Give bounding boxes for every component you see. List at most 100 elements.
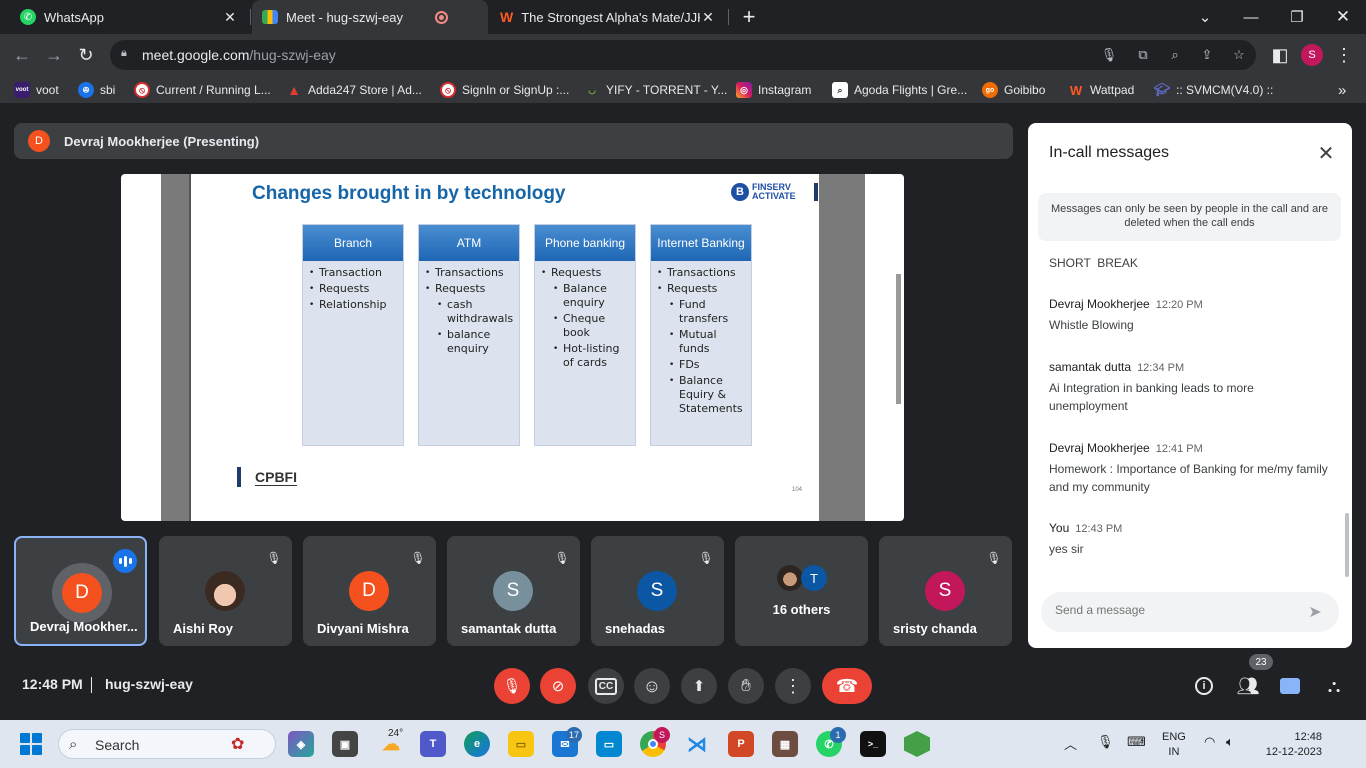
reactions-button[interactable]: ☺ [634, 668, 670, 704]
bookmark-goibibo[interactable]: go Goibibo [982, 81, 1045, 99]
restore-button[interactable]: ❐ [1274, 0, 1320, 34]
bookmark-voot[interactable]: voot voot [14, 81, 59, 99]
teams-icon[interactable]: T [420, 731, 446, 757]
volume-icon[interactable]: 🔈︎ [1226, 734, 1234, 750]
slide-bullet: Requests [309, 282, 399, 296]
menu-icon[interactable]: ⋮ [1330, 41, 1358, 69]
keyboard-icon[interactable]: ⌨ [1127, 734, 1146, 750]
zoom-icon[interactable]: ⌕ [1166, 46, 1184, 64]
forward-button[interactable]: → [40, 41, 68, 69]
bookmark-agoda[interactable]: ⌕ Agoda Flights | Gre... [832, 81, 967, 99]
mic-toggle-button[interactable]: 🎙︎ [494, 668, 530, 704]
participant-photo [205, 571, 245, 611]
microphone-icon[interactable]: 🎙︎ [1100, 46, 1118, 64]
present-button[interactable]: ⬆︎ [681, 668, 717, 704]
clock[interactable]: 12:48 12-12-2023 [1258, 730, 1322, 760]
meeting-details-button[interactable]: i [1190, 672, 1218, 700]
taskbar-search[interactable]: ⌕ Search ✿ [58, 729, 276, 759]
participant-name: Aishi Roy [173, 621, 233, 636]
participant-tile[interactable]: D Devraj Mookher... [14, 536, 147, 646]
chat-input-box[interactable]: ➤ [1041, 592, 1339, 632]
holiday-decoration-icon: ✿ [231, 736, 245, 753]
slide-accent-bar [814, 183, 818, 201]
participant-tile[interactable]: D 🎙︎ Divyani Mishra [303, 536, 436, 646]
slide-column: ATM Transactions Requests cash withdrawalsb… [418, 224, 520, 446]
participant-tile[interactable]: S 🎙︎ samantak dutta [447, 536, 580, 646]
tab-meet[interactable]: Meet - hug-szwj-eay [252, 0, 488, 34]
close-chat-button[interactable]: ✕ [1314, 141, 1338, 165]
edge-icon[interactable]: e [464, 731, 490, 757]
more-options-button[interactable]: ⋮ [775, 668, 811, 704]
terminal-icon[interactable]: >_ [860, 731, 886, 757]
vscode-icon[interactable]: ⋊ [684, 731, 710, 757]
participant-tile[interactable]: S 🎙︎ sristy chanda [879, 536, 1012, 646]
chat-scrollbar[interactable] [1345, 513, 1349, 577]
bookmark-instagram[interactable]: ◎ Instagram [736, 81, 811, 99]
bookmark-sbi[interactable]: ꔮ sbi [78, 81, 115, 99]
chat-message: Devraj Mookherjee 12:41 PM Homework : Impo… [1049, 439, 1329, 496]
participant-tile[interactable]: 🎙︎ Aishi Roy [159, 536, 292, 646]
message-time: 12:20 PM [1155, 299, 1203, 311]
tab-search-icon[interactable]: ⌄ [1182, 0, 1228, 34]
copilot-icon[interactable]: ◈ [288, 731, 314, 757]
voot-icon: voot [14, 82, 30, 98]
bookmark-current-running[interactable]: ⦸ Current / Running L... [134, 81, 271, 99]
tab-title: WhatsApp [44, 9, 104, 25]
bookmark-yify[interactable]: ◡ YIFY - TORRENT - Y... [584, 81, 727, 99]
close-tab-icon[interactable]: ✕ [700, 9, 716, 25]
tab-wattpad[interactable]: W The Strongest Alpha's Mate/JJK ✕ [490, 0, 726, 34]
graduation-cap-icon: 🎓︎ [1153, 82, 1171, 97]
powerpoint-icon[interactable]: P [728, 731, 754, 757]
share-icon[interactable]: ⇪ [1198, 46, 1216, 64]
wifi-icon[interactable]: ◠ [1204, 734, 1215, 750]
task-view-icon[interactable]: ▣ [332, 731, 358, 757]
leave-call-button[interactable]: ☎︎ [822, 668, 872, 704]
shared-screen[interactable]: Changes brought in by technology B FINSE… [121, 174, 904, 521]
bookmark-signin[interactable]: ⦸ SignIn or SignUp :... [440, 81, 569, 99]
others-tile[interactable]: T 16 others [735, 536, 868, 646]
clock-separator [91, 677, 92, 693]
avatar: S [925, 571, 965, 611]
microphone-icon[interactable]: 🎙︎ [1097, 734, 1114, 750]
bookmarks-overflow[interactable]: » [1338, 81, 1346, 99]
message-time: 12:34 PM [1137, 362, 1185, 374]
file-explorer-icon[interactable]: ▭ [508, 731, 534, 757]
bookmark-svmcm[interactable]: 🎓︎:: SVMCM(V4.0) :: [1153, 81, 1274, 99]
close-tab-icon[interactable]: ✕ [222, 9, 238, 25]
tray-expand-icon[interactable]: ︿ [1064, 734, 1077, 753]
bookmark-star-icon[interactable]: ☆ [1230, 46, 1248, 64]
camera-toggle-button[interactable]: ⊘ [540, 668, 576, 704]
remote-desktop-icon[interactable]: ▭ [596, 731, 622, 757]
participant-tile[interactable]: S 🎙︎ snehadas [591, 536, 724, 646]
new-tab-button[interactable]: + [726, 0, 772, 34]
minimize-button[interactable]: — [1228, 0, 1274, 34]
profile-avatar[interactable]: S [1298, 41, 1326, 69]
avatar: S [493, 571, 533, 611]
bookmark-adda247[interactable]: ▲ Adda247 Store | Ad... [286, 81, 422, 99]
back-button[interactable]: ← [8, 41, 36, 69]
open-external-icon[interactable]: ⧉ [1134, 46, 1152, 64]
side-panel-icon[interactable]: ◧ [1266, 41, 1294, 69]
start-button[interactable] [20, 733, 42, 755]
language-indicator[interactable]: ENG IN [1162, 730, 1186, 760]
media-app-icon[interactable]: ▦ [772, 731, 798, 757]
nodejs-icon[interactable] [904, 731, 930, 757]
raise-hand-button[interactable]: ✋︎ [728, 668, 764, 704]
camera-off-icon: ⊘ [551, 678, 565, 695]
close-window-button[interactable]: ✕ [1320, 0, 1366, 34]
address-bar[interactable]: 🔒︎ meet.google.com/hug-szwj-eay 🎙︎ ⧉ ⌕ ⇪… [110, 40, 1256, 70]
chat-button[interactable] [1276, 672, 1304, 700]
weather-temp: 24° [388, 728, 404, 739]
slide-bullet-list: Requests Balance enquiry Cheque bookHot-l… [535, 261, 635, 370]
screen-scrollbar[interactable] [896, 274, 901, 404]
bookmark-wattpad[interactable]: W Wattpad [1068, 81, 1134, 99]
reload-button[interactable]: ↻ [72, 41, 100, 69]
chat-message-input[interactable] [1055, 603, 1295, 617]
slide-page-number: 104 [792, 487, 803, 493]
slide-column-header: Internet Banking [651, 225, 751, 261]
tab-whatsapp[interactable]: ✆ WhatsApp ✕ [10, 0, 248, 34]
send-icon[interactable]: ➤ [1305, 602, 1325, 622]
captions-button[interactable]: CC [588, 668, 624, 704]
people-button[interactable]: 👥︎ [1234, 672, 1262, 700]
activities-button[interactable]: ⛬ [1320, 672, 1348, 700]
